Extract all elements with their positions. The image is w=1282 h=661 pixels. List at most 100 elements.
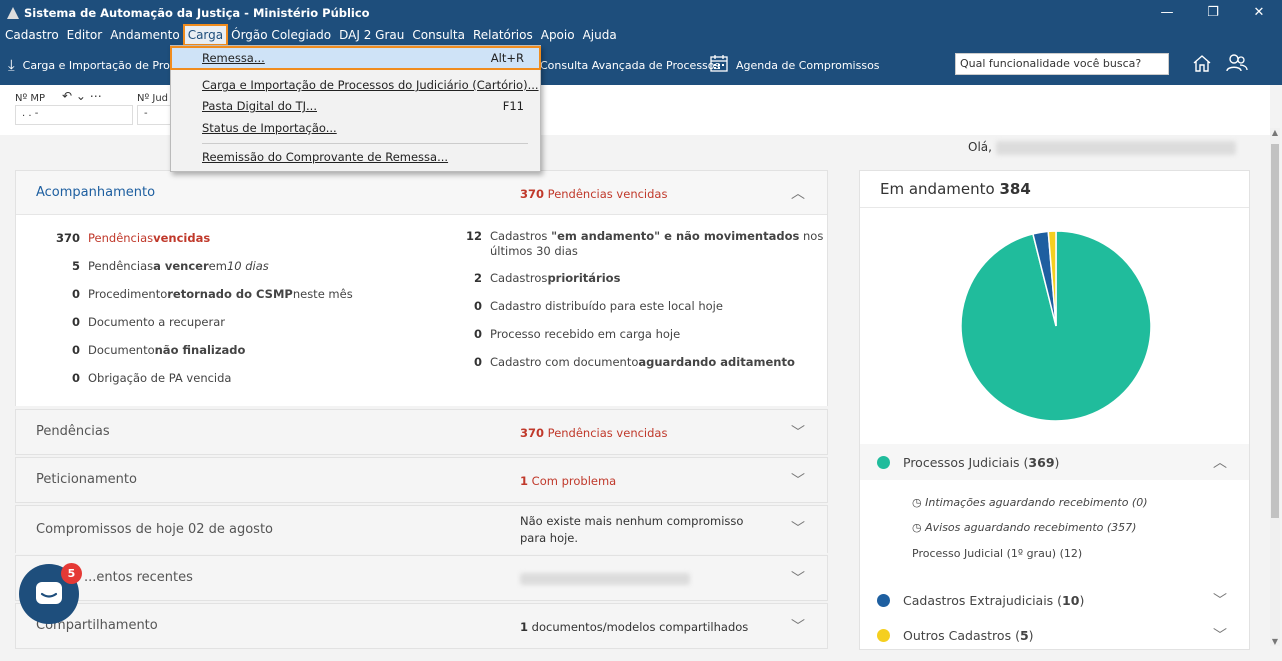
menu-separator — [202, 143, 528, 144]
carga-dropdown-menu: Remessa... Alt+R Carga e Importação de Pr… — [170, 45, 541, 172]
legend-dot-judiciais — [877, 455, 890, 469]
menu-item-status-importacao[interactable]: Status de Importação... — [171, 117, 540, 139]
menu-daj-2-grau[interactable]: DAJ 2 Grau — [335, 25, 408, 45]
chevron-up-icon[interactable]: ︿ — [791, 183, 805, 203]
app-icon — [7, 6, 19, 19]
chevron-up-icon[interactable]: ︿ — [1213, 452, 1227, 472]
documentos-recentes-redacted — [520, 573, 690, 585]
chat-button[interactable]: 5 — [19, 563, 82, 624]
stat-pendencias-a-vencer[interactable]: 5 Pendências a vencer em 10 dias — [54, 259, 269, 273]
greeting-text: Olá, — [968, 140, 992, 154]
menu-orgao-colegiado[interactable]: Órgão Colegiado — [227, 25, 335, 45]
undo-icon[interactable]: ↶ ⌄ ⋯ — [62, 89, 102, 103]
pendencias-title: Pendências — [36, 424, 110, 439]
chat-notification-badge: 5 — [61, 563, 82, 584]
chevron-down-icon[interactable]: ﹀ — [1213, 625, 1227, 645]
pendencias-card[interactable]: Pendências 370 Pendências vencidas ﹀ — [15, 409, 828, 455]
compromissos-card[interactable]: Compromissos de hoje 02 de agosto Não ex… — [15, 505, 828, 554]
consulta-avancada-button[interactable]: Consulta Avançada de Processos — [540, 45, 720, 85]
chevron-down-icon[interactable]: ﹀ — [791, 616, 805, 636]
greeting: Olá, — [968, 140, 1236, 155]
compartilhamento-summary: 1 documentos/modelos compartilhados — [520, 620, 749, 634]
stat-cadastro-aguardando-aditamento[interactable]: 0 Cadastro com documento aguardando adit… — [462, 355, 795, 369]
agenda-label: Agenda de Compromissos — [736, 58, 880, 72]
stat-processo-recebido[interactable]: 0 Processo recebido em carga hoje — [462, 327, 680, 341]
pendencias-summary: 370 Pendências vencidas — [520, 426, 668, 440]
clock-icon: ◷ — [912, 496, 922, 509]
minimize-button[interactable]: — — [1144, 0, 1190, 25]
menu-carga[interactable]: Carga — [182, 24, 229, 46]
acompanhamento-summary: 370 Pendências vencidas — [520, 187, 668, 201]
calendar-icon — [710, 54, 728, 76]
status-pie-chart[interactable] — [956, 226, 1156, 426]
vertical-scrollbar[interactable]: ▲ ▼ — [1270, 128, 1280, 646]
chevron-down-icon[interactable]: ﹀ — [791, 470, 805, 490]
njud-label: Nº Jud — [137, 93, 169, 104]
window-title: Sistema de Automação da Justiça - Minist… — [24, 5, 370, 20]
peticionamento-card[interactable]: Peticionamento 1 Com problema ﹀ — [15, 457, 828, 503]
stat-documento-nao-finalizado[interactable]: 0 Documento não finalizado — [54, 343, 245, 357]
stat-documento-recuperar[interactable]: 0 Documento a recuperar — [54, 315, 225, 329]
scrollbar-thumb[interactable] — [1271, 144, 1279, 518]
user-name-redacted — [995, 140, 1236, 155]
acompanhamento-header[interactable]: Acompanhamento 370 Pendências vencidas ︿ — [16, 171, 827, 215]
users-icon[interactable] — [1226, 53, 1248, 78]
legend-outros-cadastros[interactable]: Outros Cadastros (5) ﹀ — [860, 617, 1249, 653]
nmp-field[interactable]: . . - — [15, 105, 133, 125]
acompanhamento-card: Acompanhamento 370 Pendências vencidas ︿… — [15, 170, 828, 406]
menu-andamento[interactable]: Andamento — [106, 25, 184, 45]
carga-importacao-label: Carga e Importação de Pro — [22, 58, 170, 72]
legend-extrajudiciais-label: Cadastros Extrajudiciais (10) — [903, 592, 1085, 608]
menu-ajuda[interactable]: Ajuda — [579, 25, 621, 45]
menu-editor[interactable]: Editor — [63, 25, 107, 45]
stat-cadastros-nao-movimentados[interactable]: 12 Cadastros "em andamento" e não movime… — [462, 229, 823, 259]
legend-outros-label: Outros Cadastros (5) — [903, 627, 1034, 643]
stat-procedimento-retornado[interactable]: 0 Procedimento retornado do CSMP neste m… — [54, 287, 353, 301]
scroll-down-icon[interactable]: ▼ — [1270, 637, 1280, 646]
chevron-down-icon[interactable]: ﹀ — [791, 422, 805, 442]
sub-intimacoes[interactable]: ◷ Intimações aguardando recebimento (0) — [912, 496, 1148, 509]
acompanhamento-title: Acompanhamento — [36, 185, 156, 200]
peticionamento-summary: 1 Com problema — [520, 474, 617, 488]
menu-consulta[interactable]: Consulta — [408, 25, 469, 45]
legend-dot-extrajudiciais — [877, 593, 890, 607]
documentos-recentes-title: ...entos recentes — [84, 570, 193, 585]
consulta-avancada-label: Consulta Avançada de Processos — [540, 58, 721, 72]
stat-cadastros-prioritarios[interactable]: 2 Cadastros prioritários — [462, 271, 620, 285]
menu-apoio[interactable]: Apoio — [537, 25, 579, 45]
peticionamento-title: Peticionamento — [36, 472, 137, 487]
compromissos-summary: Não existe mais nenhum compromisso para … — [520, 514, 744, 545]
menu-cadastro[interactable]: Cadastro — [0, 25, 63, 45]
documentos-recentes-card[interactable]: ...entos recentes ﹀ — [15, 555, 828, 601]
acompanhamento-body: 370 Pendências vencidas 5 Pendências a v… — [16, 215, 827, 406]
home-icon[interactable] — [1192, 53, 1212, 78]
feature-search-input[interactable]: Qual funcionalidade você busca? — [955, 53, 1169, 75]
stat-obrigacao-pa[interactable]: 0 Obrigação de PA vencida — [54, 371, 232, 385]
sub-avisos[interactable]: ◷ Avisos aguardando recebimento (357) — [912, 521, 1136, 534]
menu-item-reemissao[interactable]: Reemissão do Comprovante de Remessa... — [171, 146, 540, 168]
carga-importacao-button[interactable]: ⤓ Carga e Importação de Pro — [8, 45, 170, 85]
title-bar: Sistema de Automação da Justiça - Minist… — [0, 0, 1282, 25]
menu-item-remessa[interactable]: Remessa... Alt+R — [170, 46, 541, 70]
chevron-down-icon[interactable]: ﹀ — [791, 518, 805, 538]
compartilhamento-card[interactable]: Compartilhamento 1 documentos/modelos co… — [15, 603, 828, 649]
chevron-down-icon[interactable]: ﹀ — [1213, 590, 1227, 610]
restore-button[interactable]: ❐ — [1190, 0, 1236, 25]
legend-processos-judiciais[interactable]: Processos Judiciais (369) ︿ — [860, 444, 1249, 480]
download-icon: ⤓ — [8, 56, 15, 74]
menu-bar: Cadastro Editor Andamento Carga Órgão Co… — [0, 24, 1282, 46]
em-andamento-title: Em andamento 384 — [880, 180, 1031, 198]
menu-item-pasta-digital[interactable]: Pasta Digital do TJ... F11 — [171, 95, 540, 117]
agenda-button[interactable]: Agenda de Compromissos — [710, 45, 880, 85]
scroll-up-icon[interactable]: ▲ — [1270, 128, 1280, 137]
menu-item-carga-importacao[interactable]: Carga e Importação de Processos do Judic… — [171, 74, 540, 96]
legend-cadastros-extrajudiciais[interactable]: Cadastros Extrajudiciais (10) ﹀ — [860, 582, 1249, 618]
legend-judiciais-label: Processos Judiciais (369) — [903, 454, 1060, 470]
chat-icon — [36, 582, 62, 604]
stat-cadastro-distribuido[interactable]: 0 Cadastro distribuído para este local h… — [462, 299, 723, 313]
chevron-down-icon[interactable]: ﹀ — [791, 568, 805, 588]
close-button[interactable]: ✕ — [1236, 0, 1282, 25]
menu-relatorios[interactable]: Relatórios — [469, 25, 537, 45]
stat-pendencias-vencidas[interactable]: 370 Pendências vencidas — [54, 231, 210, 245]
sub-processo-judicial[interactable]: Processo Judicial (1º grau) (12) — [912, 547, 1082, 560]
